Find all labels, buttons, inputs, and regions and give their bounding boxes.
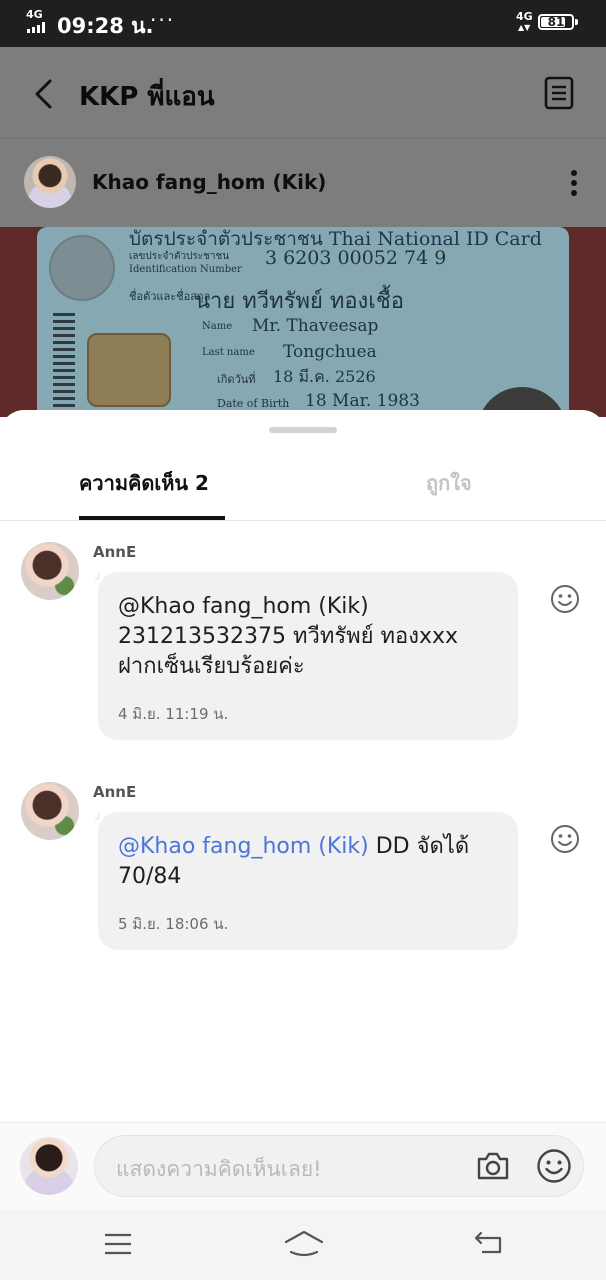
battery-nub (575, 19, 578, 25)
comment-mention[interactable]: @Khao fang_hom (Kik) (118, 834, 369, 859)
battery-icon: 81 (538, 14, 574, 30)
battery-level: 81 (547, 15, 565, 29)
id-card-image: บัตรประจำตัวประชาชน Thai National ID Car… (37, 227, 569, 417)
comment-text-line: @Khao fang_hom (Kik) DD จัดได้ (118, 832, 469, 861)
card-lastname-label: Last name (202, 347, 255, 358)
network-type-right: 4G (516, 10, 533, 23)
comment-avatar[interactable] (21, 542, 79, 600)
card-thai-name: นาย ทวีทรัพย์ ทองเชื้อ (195, 289, 404, 314)
network-type-left: 4G (26, 8, 43, 21)
card-birth-label-th: เกิดวันที่ (217, 373, 256, 386)
comment-timestamp: 5 มิ.ย. 18:06 น. (118, 915, 229, 933)
comment-text-line: 70/84 (118, 864, 182, 889)
header-divider (0, 138, 606, 139)
back-icon[interactable] (472, 1230, 504, 1256)
more-vertical-icon[interactable] (564, 168, 584, 198)
react-smile-icon[interactable] (550, 824, 580, 854)
card-dob-label: Date of Birth (217, 397, 290, 410)
comment-input-placeholder[interactable]: แสดงความคิดเห็นเลย! (116, 1153, 322, 1186)
sheet-drag-handle[interactable] (269, 427, 337, 433)
react-smile-icon[interactable] (550, 584, 580, 614)
tab-likes[interactable]: ถูกใจ (426, 467, 472, 499)
comment-text-line: ฝากเซ็นเรียบร้อยค่ะ (118, 654, 305, 679)
signal-icon (27, 22, 45, 33)
emblem-icon (49, 235, 115, 301)
chevron-left-icon[interactable] (30, 76, 60, 112)
camera-icon[interactable] (476, 1150, 510, 1182)
tabs-divider (0, 520, 606, 521)
card-dob-value: 18 Mar. 1983 (305, 391, 420, 411)
card-lastname-value: Tongchuea (283, 342, 377, 362)
note-icon[interactable] (543, 76, 575, 110)
card-name-value: Mr. Thaveesap (252, 316, 379, 336)
card-id-label-en: Identification Number (129, 264, 242, 275)
comment-avatar[interactable] (21, 782, 79, 840)
card-birth-value-th: 18 มี.ค. 2526 (273, 367, 376, 386)
emoji-icon[interactable] (536, 1148, 572, 1184)
comment-timestamp: 4 มิ.ย. 11:19 น. (118, 705, 229, 723)
chip-icon (87, 333, 171, 407)
home-icon[interactable] (283, 1228, 325, 1258)
clock: 09:28 น. (57, 14, 154, 38)
card-name-label: Name (202, 321, 233, 332)
comment-text: DD จัดได้ (368, 834, 470, 859)
card-stripes (53, 313, 75, 413)
post-image[interactable]: บัตรประจำตัวประชาชน Thai National ID Car… (0, 227, 606, 417)
menu-icon[interactable] (103, 1232, 133, 1256)
bubble-tail (94, 812, 100, 820)
comment-author[interactable]: AnnE (93, 783, 136, 801)
comment-text-line: 231213532375 ทวีทรัพย์ ทองxxx (118, 624, 459, 649)
card-id-number: 3 6203 00052 74 9 (265, 247, 447, 269)
tab-comments[interactable]: ความคิดเห็น 2 (79, 467, 209, 499)
notification-dots: ··· (150, 8, 176, 32)
comment-mention[interactable]: @Khao fang_hom (Kik) (118, 592, 369, 621)
bubble-tail (94, 572, 100, 580)
data-arrows-icon: ▲▼ (518, 23, 531, 32)
comment-author[interactable]: AnnE (93, 543, 136, 561)
post-author-name[interactable]: Khao fang_hom (Kik) (92, 170, 326, 194)
post-author-avatar[interactable] (24, 156, 76, 208)
page-title: KKP พี่แอน (79, 82, 215, 112)
status-bar: 4G 09:28 น. ··· 4G ▲▼ 81 (0, 0, 606, 47)
card-id-label-th: เลขประจำตัวประชาชน (129, 251, 230, 262)
my-avatar (20, 1137, 78, 1195)
background-header (0, 47, 606, 227)
